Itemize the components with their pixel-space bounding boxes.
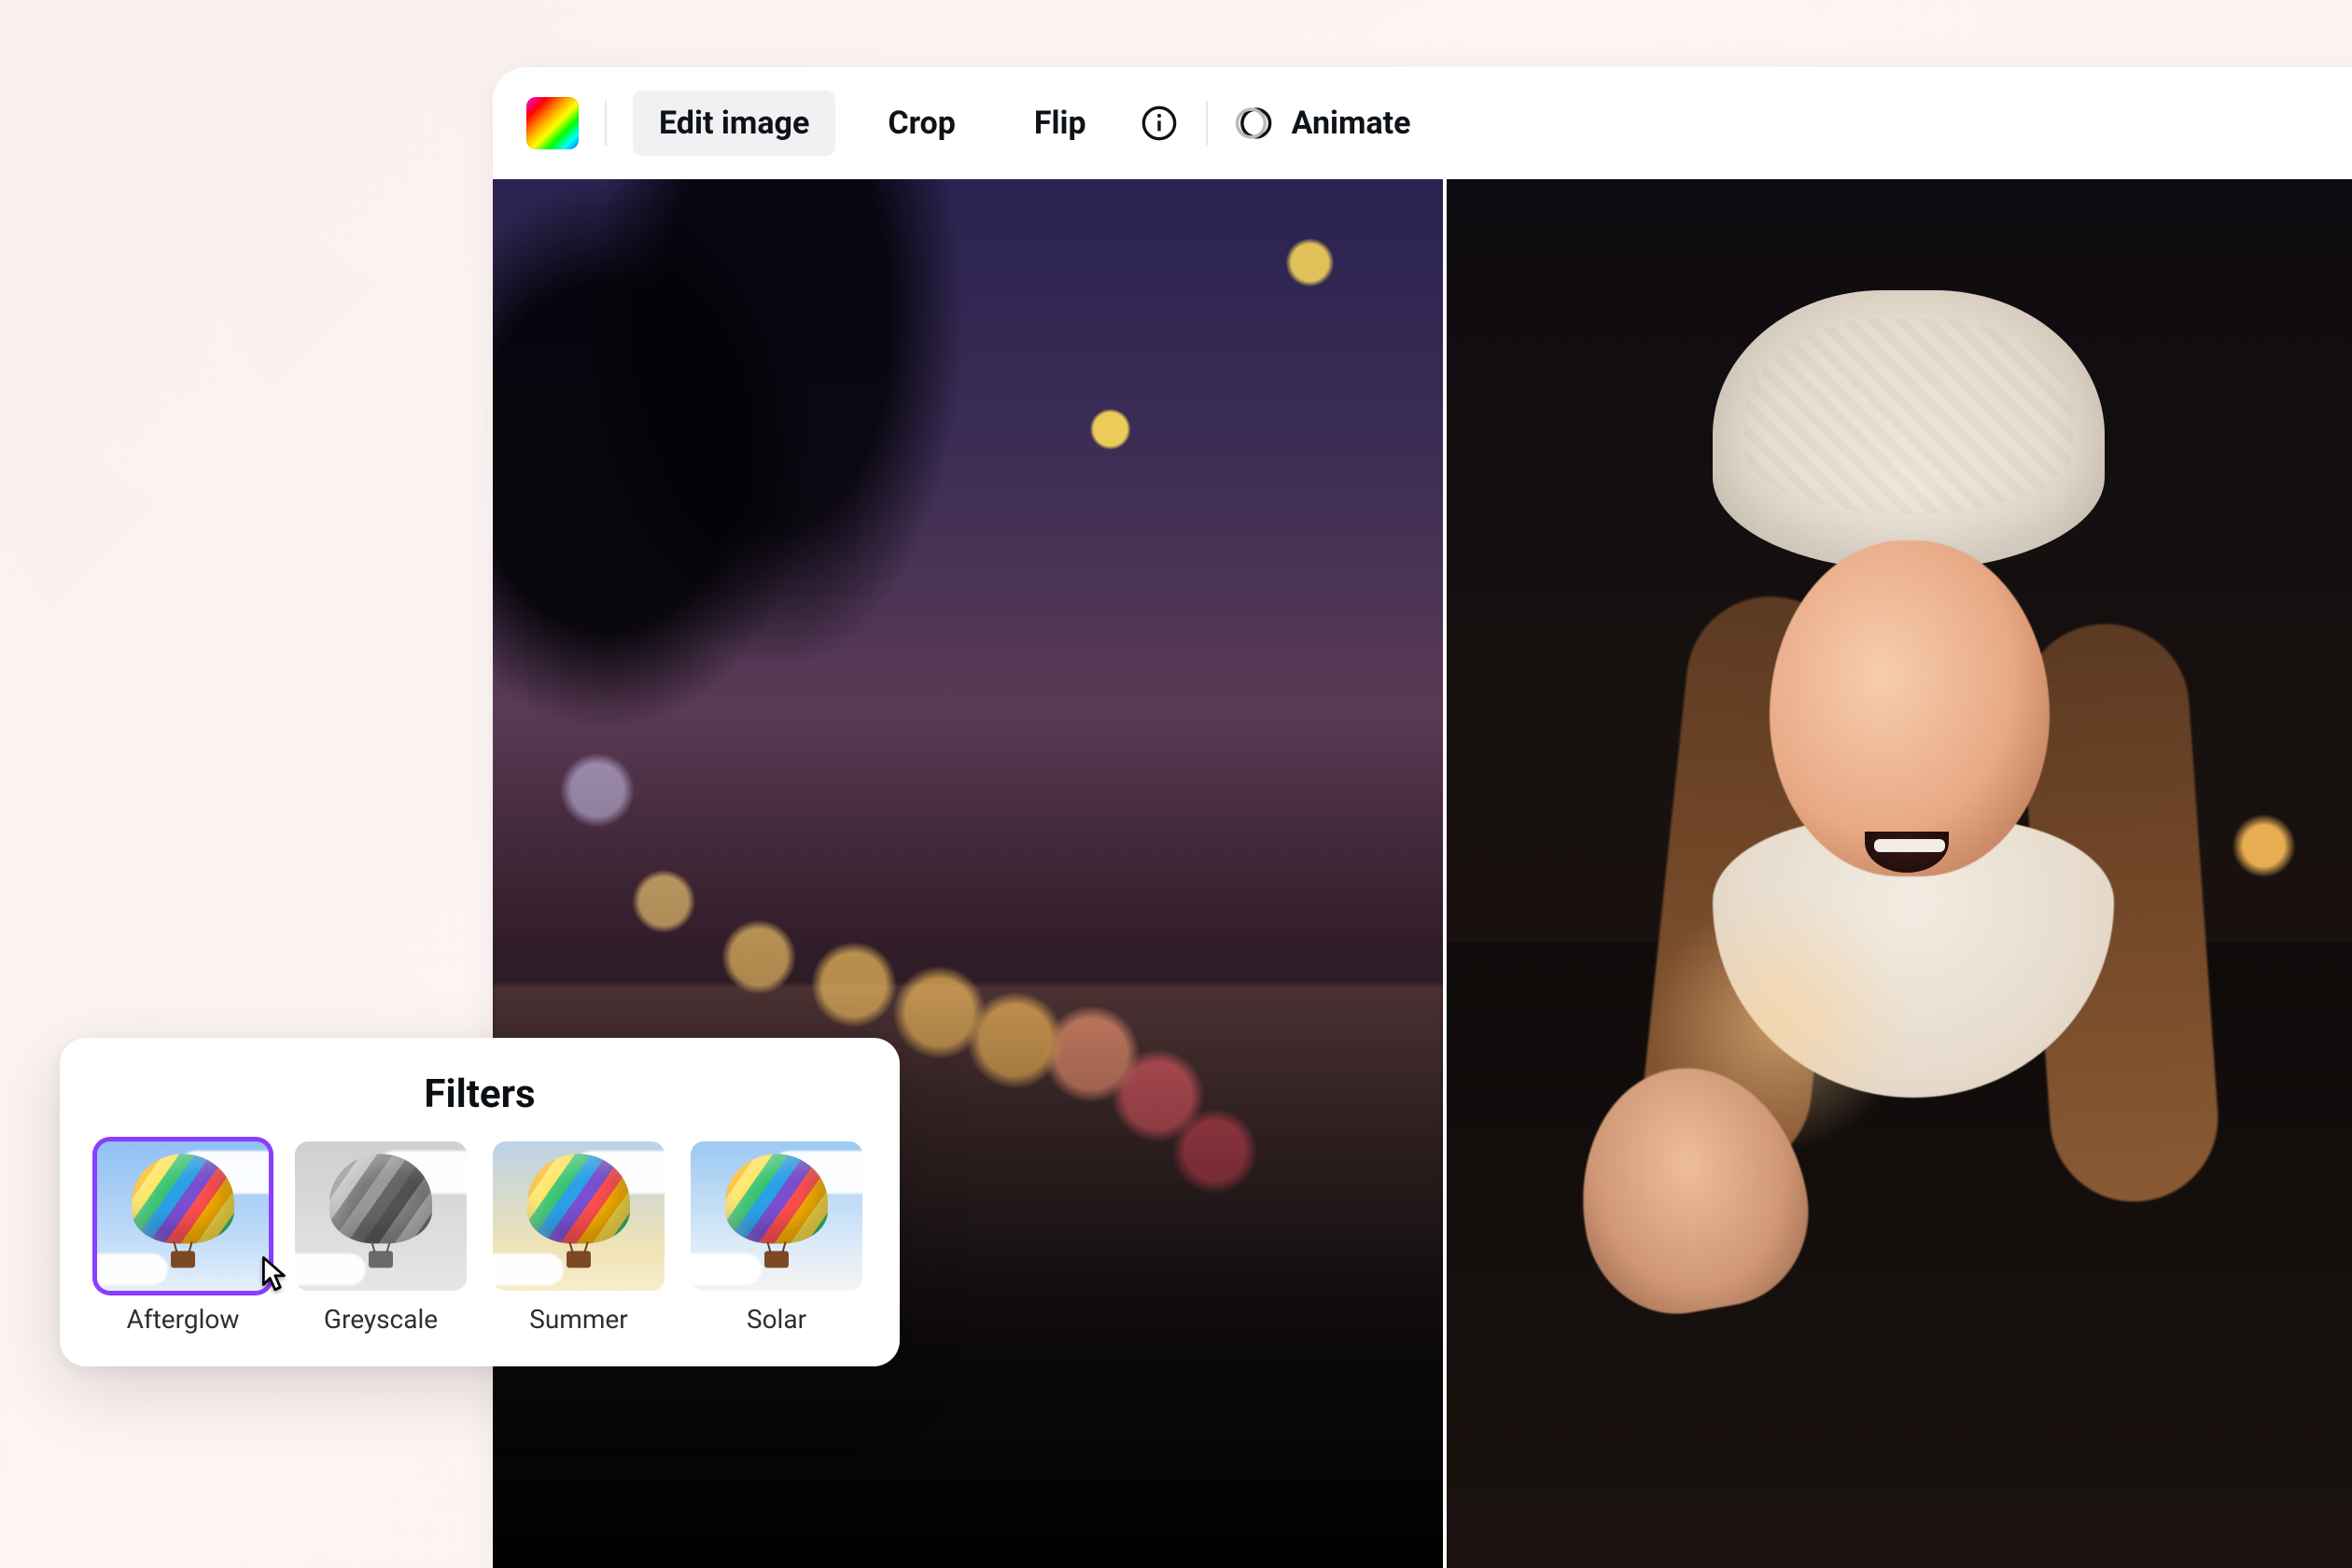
color-picker-swatch[interactable] [526,97,579,149]
filter-thumb [97,1141,269,1291]
filter-summer[interactable]: Summer [493,1141,665,1335]
portrait-illustration [1447,179,2352,1568]
toolbar-divider [1206,101,1208,146]
filters-popover: Filters Afterglow Greyscale [60,1038,900,1366]
filters-row: Afterglow Greyscale Summer [97,1141,862,1335]
filter-thumb [295,1141,467,1291]
filter-label: Summer [529,1304,628,1335]
filter-label: Solar [747,1304,806,1335]
canvas-image-right[interactable] [1447,179,2352,1568]
crop-button[interactable]: Crop [861,91,982,156]
filter-solar[interactable]: Solar [691,1141,862,1335]
edit-image-button[interactable]: Edit image [633,91,835,156]
filter-afterglow[interactable]: Afterglow [97,1141,269,1335]
info-icon[interactable] [1139,103,1180,144]
animate-icon [1234,103,1275,144]
filter-label: Greyscale [324,1304,438,1335]
filters-title: Filters [97,1071,862,1117]
flip-button[interactable]: Flip [1008,91,1113,156]
filter-greyscale[interactable]: Greyscale [295,1141,467,1335]
image-toolbar: Edit image Crop Flip Animate [493,67,2352,179]
animate-label: Animate [1292,105,1411,142]
filter-thumb [691,1141,862,1291]
animate-button[interactable]: Animate [1234,103,1411,144]
filter-label: Afterglow [127,1304,240,1335]
filter-thumb [493,1141,665,1291]
toolbar-divider [605,101,607,146]
